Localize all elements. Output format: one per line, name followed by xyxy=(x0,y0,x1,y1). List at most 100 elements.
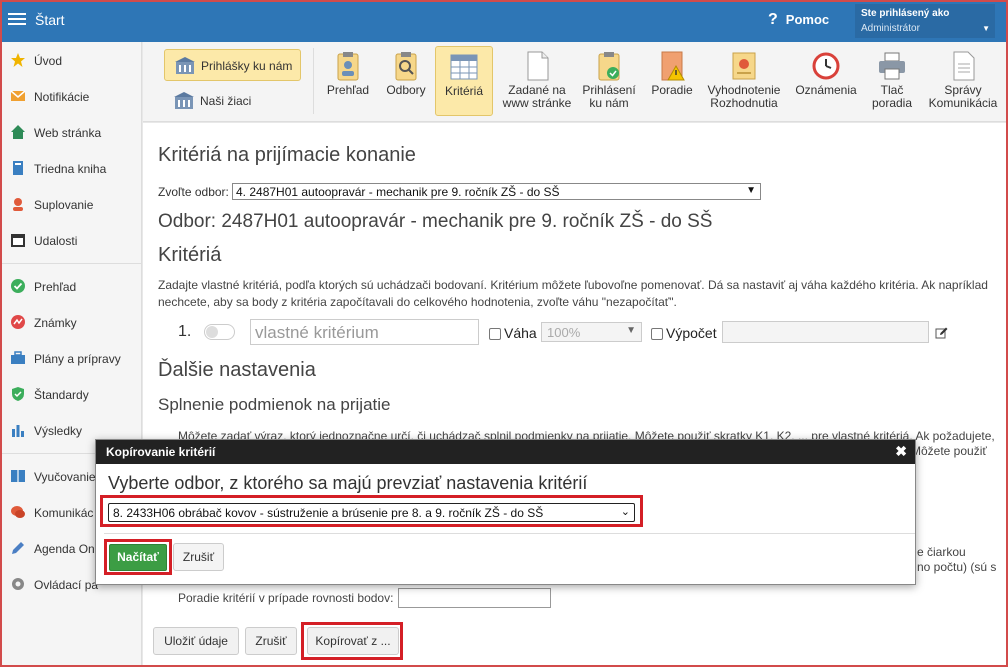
criterion-toggle[interactable] xyxy=(204,324,235,340)
user-name: Administrátor xyxy=(861,23,920,34)
envelope-icon xyxy=(10,90,26,101)
dialog-title: Kopírovanie kritérií xyxy=(106,445,216,459)
sidebar-item-triedna-kniha[interactable]: Triedna kniha xyxy=(2,153,141,183)
tool-prihlaseni[interactable]: Prihlásení ku nám xyxy=(579,46,639,116)
sidebar-item-udalosti[interactable]: Udalosti xyxy=(2,225,141,255)
poradie-input[interactable] xyxy=(398,588,551,608)
table-icon xyxy=(450,54,478,80)
sidebar-item-label: Suplovanie xyxy=(34,198,94,212)
clipboard-search-icon xyxy=(395,52,417,81)
dialog-cancel-button[interactable]: Zrušiť xyxy=(173,543,224,571)
tool-poradie[interactable]: Poradie xyxy=(646,46,698,116)
odbor-heading: Odbor: 2487H01 autoopravár - mechanik pr… xyxy=(158,211,713,232)
sidebar-item-label: Úvod xyxy=(34,54,63,68)
toolbar: Prihlášky ku nám Naši žiaci Prehľad Odbo… xyxy=(143,42,1006,122)
app-title[interactable]: Štart xyxy=(35,12,65,28)
user-status-label: Ste prihlásený ako xyxy=(861,8,950,19)
vypocet-label: Výpočet xyxy=(666,325,717,341)
prihlasky-button[interactable]: Prihlášky ku nám xyxy=(164,49,301,81)
sidebar-item-standardy[interactable]: Štandardy xyxy=(2,379,141,409)
toolbar-divider xyxy=(313,48,314,114)
warning-document-icon xyxy=(661,51,685,81)
sidebar-item-znamky[interactable]: Známky xyxy=(2,307,141,337)
caret-down-icon: ▼ xyxy=(982,24,990,33)
gear-icon xyxy=(12,578,24,590)
dialog-prompt: Vyberte odbor, z ktorého sa majú prevzia… xyxy=(108,473,588,493)
help-button[interactable]: ? Pomoc xyxy=(768,11,829,29)
top-bar: Štart ? Pomoc Ste prihlásený ako Administ… xyxy=(0,0,1008,42)
tool-label: Kritériá xyxy=(444,84,483,98)
odbor-select-value: 4. 2487H01 autoopravár - mechanik pre 9.… xyxy=(236,185,560,199)
vypocet-checkbox[interactable] xyxy=(651,328,663,340)
tool-label: Odbory xyxy=(386,83,426,97)
odbor-select-label: Zvoľte odbor: xyxy=(158,185,229,199)
nasi-ziaci-label: Naši žiaci xyxy=(200,94,252,108)
user-menu[interactable]: Ste prihlásený ako Administrátor ▼ xyxy=(855,4,995,38)
edit-icon[interactable] xyxy=(935,326,948,339)
sidebar-item-uvod[interactable]: Úvod xyxy=(2,45,141,75)
tool-spravy[interactable]: Správy Komunikácia xyxy=(926,46,1000,116)
grades-icon xyxy=(11,315,25,329)
tool-label: Správy Komunikácia xyxy=(928,83,998,110)
document-icon xyxy=(527,51,549,81)
sidebar-item-web[interactable]: Web stránka xyxy=(2,117,141,147)
tool-prehlad[interactable]: Prehľad xyxy=(320,46,376,116)
sidebar-item-label: Štandardy xyxy=(34,388,89,402)
save-button[interactable]: Uložiť údaje xyxy=(153,627,239,655)
criterion-name-input[interactable]: vlastné kritérium xyxy=(250,319,479,345)
tool-kriteria[interactable]: Kritériá xyxy=(435,46,493,116)
sidebar-item-label: Komunikác xyxy=(34,506,94,520)
nasi-ziaci-button[interactable]: Naši žiaci xyxy=(164,85,301,117)
chevron-down-icon: ▼ xyxy=(626,325,636,336)
building-icon xyxy=(174,92,194,109)
dialog-header: Kopírovanie kritérií ✖ xyxy=(96,440,915,464)
check-circle-icon xyxy=(11,279,25,293)
sidebar-item-label: Agenda On xyxy=(34,542,95,556)
vaha-select[interactable]: 100% ▼ xyxy=(541,322,642,342)
clipboard-person-icon xyxy=(337,52,359,81)
dalsie-nastavenia-heading: Ďalšie nastavenia xyxy=(158,359,316,381)
sidebar-item-label: Vyučovanie xyxy=(34,470,96,484)
close-icon[interactable]: ✖ xyxy=(895,443,907,460)
vaha-checkbox[interactable] xyxy=(489,328,501,340)
help-label: Pomoc xyxy=(785,12,830,27)
highlight-select xyxy=(100,495,643,527)
clock-icon xyxy=(812,52,840,80)
sidebar-item-label: Prehľad xyxy=(34,280,77,294)
vypocet-input[interactable] xyxy=(722,321,929,343)
tool-tlac-poradia[interactable]: Tlač poradia xyxy=(865,46,919,116)
odbor-select[interactable]: 4. 2487H01 autoopravár - mechanik pre 9.… xyxy=(232,183,761,200)
sidebar-item-prehlad[interactable]: Prehľad xyxy=(2,271,141,301)
kriteria-description: Zadajte vlastné kritériá, podľa ktorých … xyxy=(158,278,988,309)
tool-oznamenia[interactable]: Oznámenia xyxy=(791,46,861,116)
document-lines-icon xyxy=(953,51,975,81)
bar-chart-icon xyxy=(12,425,24,437)
pencil-icon xyxy=(12,542,24,554)
sidebar-item-notifikacie[interactable]: Notifikácie xyxy=(2,81,141,111)
tool-label: Prehľad xyxy=(326,83,370,97)
prihlasky-label: Prihlášky ku nám xyxy=(201,59,293,73)
copy-criteria-dialog: Kopírovanie kritérií ✖ Vyberte odbor, z … xyxy=(95,439,916,585)
sidebar-item-suplovanie[interactable]: Suplovanie xyxy=(2,189,141,219)
sidebar-item-label: Triedna kniha xyxy=(34,162,107,176)
cancel-button[interactable]: Zrušiť xyxy=(245,627,297,655)
hamburger-menu-icon[interactable] xyxy=(8,10,26,26)
briefcase-icon xyxy=(11,351,25,364)
sidebar-item-label: Ovládací pa xyxy=(34,578,99,592)
poradie-label: Poradie kritérií v prípade rovnosti bodo… xyxy=(178,591,394,605)
splnenie-heading: Splnenie podmienok na prijatie xyxy=(158,395,391,414)
chevron-down-icon: ▼ xyxy=(746,185,756,196)
highlight-load-button xyxy=(104,539,172,575)
vaha-label: Váha xyxy=(504,325,537,341)
tool-zadane[interactable]: Zadané na www stránke xyxy=(499,46,575,116)
sidebar-item-plany[interactable]: Plány a prípravy xyxy=(2,343,141,373)
tool-vyhodnotenie[interactable]: Vyhodnotenie Rozhodnutia xyxy=(703,46,785,116)
tool-odbory[interactable]: Odbory xyxy=(379,46,433,116)
chat-icon xyxy=(11,506,25,518)
partial-text: e čiarkou xyxy=(917,545,966,559)
sidebar-item-label: Výsledky xyxy=(34,424,83,438)
tool-label: Prihlásení ku nám xyxy=(582,83,636,110)
criterion-number: 1. xyxy=(178,323,192,340)
shield-icon xyxy=(12,387,24,401)
star-icon xyxy=(11,53,25,67)
